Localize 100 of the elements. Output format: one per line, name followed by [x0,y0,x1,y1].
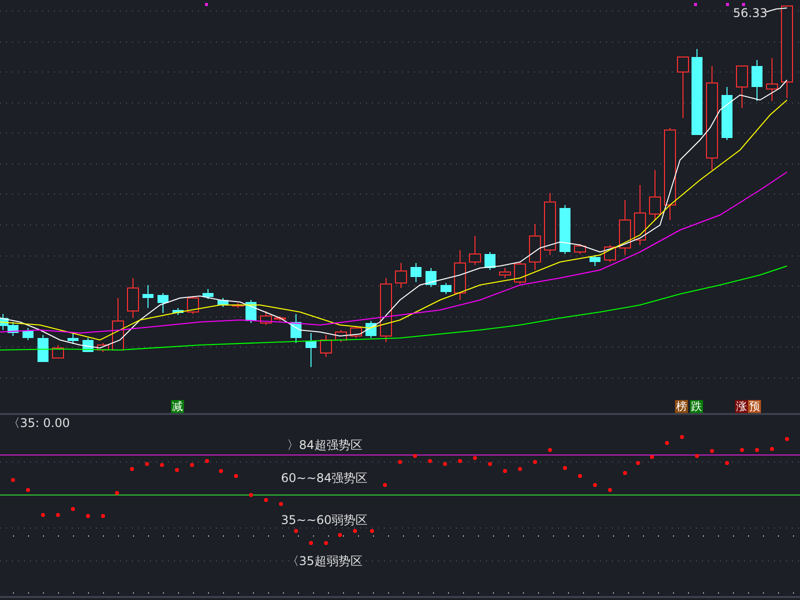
candlestick [52,344,64,358]
indicator-dot [26,488,30,492]
indicator-dot [234,474,238,478]
signal-mark [694,3,697,6]
candlestick [619,200,631,256]
indicator-dot [86,514,90,518]
indicator-dot [548,448,552,452]
indicator-dot [115,491,119,495]
candlestick [499,268,511,278]
candlestick [0,314,8,330]
indicator-dot [725,461,729,465]
indicator-dot [563,466,567,470]
signal-badge: 涨 [735,400,748,413]
indicator-dot [755,448,759,452]
indicator-header: 〈35: 0.00 [8,416,70,430]
indicator-dot [473,456,477,460]
indicator-dot [383,483,387,487]
candlestick [335,330,347,342]
indicator-dot [56,513,60,517]
indicator-dot [636,461,640,465]
indicator-dot [518,467,522,471]
zone-label: 35~~60弱势区 [281,513,368,527]
candlestick [232,302,244,308]
candlestick [380,278,392,342]
candlestick [410,262,422,282]
zone-label: 〈35超弱势区 [287,554,362,568]
indicator-dot [608,488,612,492]
candlestick [202,288,214,300]
indicator-dot [353,529,357,533]
candlestick [127,278,139,318]
signal-mark [726,3,729,6]
indicator-dot [145,462,149,466]
candlestick [68,332,78,344]
indicator-dot [370,529,374,533]
indicator-dot [578,474,582,478]
indicator-dot [324,541,328,545]
indicator-dot [503,469,507,473]
indicator-dot [294,529,298,533]
candlestick [484,252,496,270]
candlestick [187,296,199,314]
candlestick [22,328,34,340]
candlestick [260,310,272,326]
indicator-dot [249,493,253,497]
indicator-dot [428,459,432,463]
indicator-dot [740,448,744,452]
signal-badge: 榜 [675,400,688,413]
candlestick [142,284,154,308]
candlestick [454,250,466,300]
candlestick [218,298,228,308]
indicator-dot [710,449,714,453]
candlestick [722,86,732,140]
candlestick [634,184,646,246]
indicator-dot [443,462,447,466]
indicator-dot [695,454,699,458]
zone-label: 〉84超强势区 [287,438,362,452]
indicator-dot [338,533,342,537]
candlestick [736,66,748,108]
indicator-dot [680,435,684,439]
indicator-dot [413,454,417,458]
indicator-dot [41,513,45,517]
indicator-dot [665,441,669,445]
indicator-dot [175,468,179,472]
indicator-dot [101,514,105,518]
candlestick [440,282,452,294]
candlestick [290,314,302,344]
indicator-dot [11,478,15,482]
candlestick [395,262,407,288]
indicator-dot [190,463,194,467]
indicator-dot [264,498,268,502]
zone-label: 60~~84强势区 [281,471,368,485]
indicator-dot [488,462,492,466]
candlestick [320,334,332,358]
candlestick [426,268,436,288]
high-price-label: 56.33 [733,6,768,20]
signal-mark [205,3,208,6]
candlestick [544,192,556,256]
candlestick [172,308,184,316]
indicator-dot [785,437,789,441]
indicator-dot [770,447,774,451]
indicator-dot [219,469,223,473]
signal-mark [742,3,745,6]
candlestick [158,292,168,314]
signal-badge: 预 [748,400,761,413]
candlestick [350,326,362,338]
indicator-dot [398,460,402,464]
candlestick [752,60,762,102]
candlestick [574,244,586,254]
indicator-dot [71,507,75,511]
indicator-dot [650,455,654,459]
indicator-dot [205,459,209,463]
candlestick [469,236,481,266]
candlestick [306,332,316,368]
signal-badge: 减 [171,400,184,413]
candlestick [8,322,18,336]
indicator-dot [279,502,283,506]
candlestick [97,342,109,352]
candlestick [514,262,526,284]
indicator-dot [593,483,597,487]
indicator-dot [623,471,627,475]
indicator-dot [309,541,313,545]
